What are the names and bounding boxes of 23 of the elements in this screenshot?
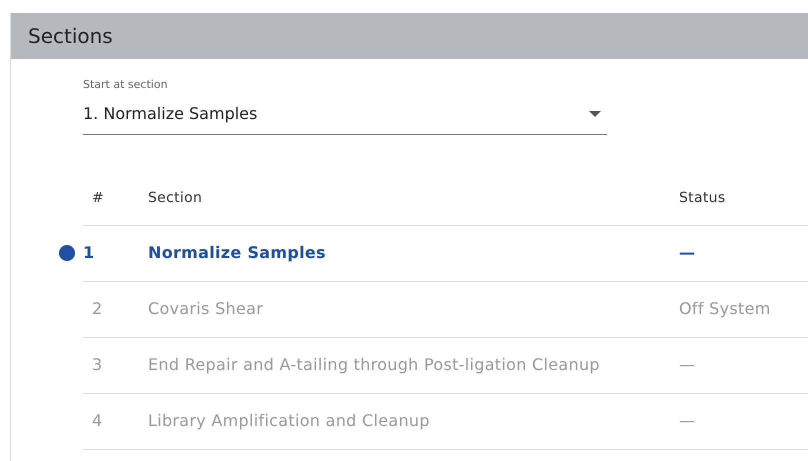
row-number: 4: [91, 410, 104, 432]
status-text: Off System: [679, 298, 772, 320]
section-name: End Repair and A-tailing through Post-ligation Cleanup: [148, 354, 601, 376]
table-row[interactable]: 3 End Repair and A-tailing through Post-ligation Cleanup —: [83, 338, 808, 394]
row-number: 1: [83, 242, 96, 264]
section-title: Sections: [28, 23, 113, 50]
row-number: 3: [91, 354, 104, 376]
row-number: 2: [91, 298, 104, 320]
status-text: —: [679, 354, 696, 376]
caret-icon: [589, 110, 601, 116]
status-text: —: [679, 410, 696, 432]
number-column-header: #: [91, 189, 106, 208]
section-name: Covaris Shear: [148, 298, 264, 320]
table-row[interactable]: 4 Library Amplification and Cleanup —: [83, 394, 808, 450]
status-text: —: [679, 242, 696, 264]
status-column-header: Status: [679, 189, 726, 208]
table-row[interactable]: 1 Normalize Samples —: [83, 226, 808, 282]
current-dot-icon: [59, 245, 75, 261]
section-name: Normalize Samples: [148, 242, 327, 264]
start-section-dropdown[interactable]: Start at section 1. Normalize Samples: [83, 77, 607, 134]
table-row[interactable]: 2 Covaris Shear Off System: [83, 282, 808, 338]
section-name: Library Amplification and Cleanup: [148, 410, 431, 432]
section-column-header: Section: [148, 189, 204, 208]
